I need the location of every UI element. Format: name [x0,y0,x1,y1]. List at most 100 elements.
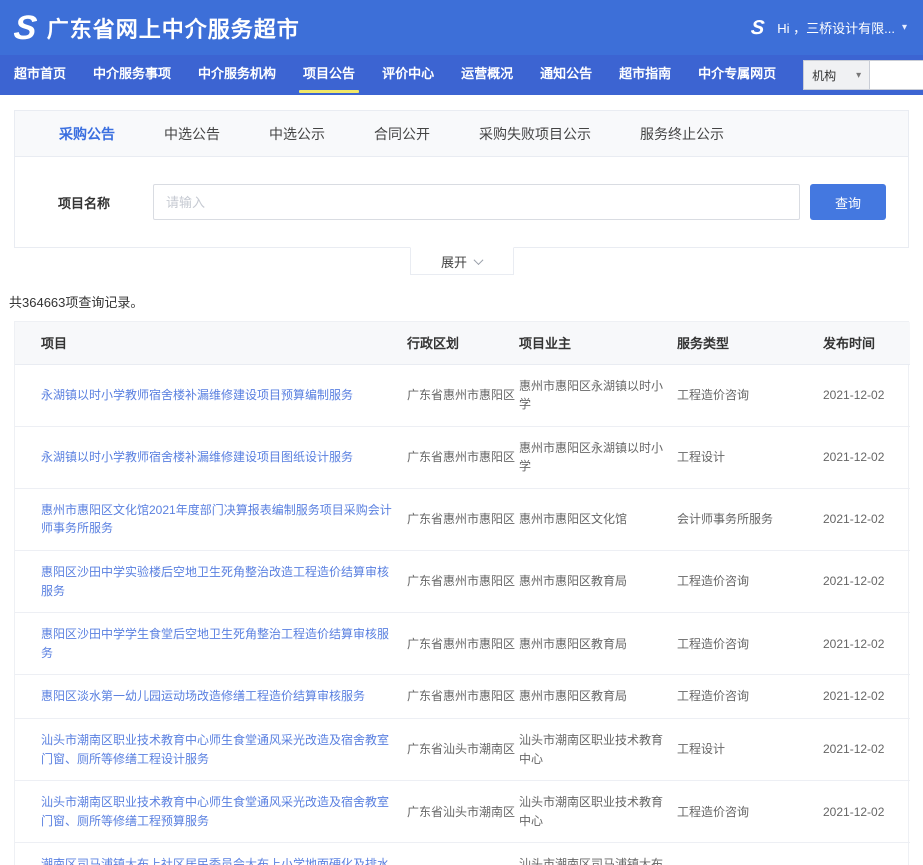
query-button[interactable]: 查询 [810,184,886,220]
project-link[interactable]: 惠州市惠阳区文化馆2021年度部门决算报表编制服务项目采购会计师事务所服务 [41,503,392,536]
project-name-label: 项目名称 [15,193,153,212]
results-summary: 共364663项查询记录。 [9,292,923,311]
project-name-input[interactable] [153,184,800,220]
tab[interactable]: 服务终止公示 [640,124,724,144]
project-cell: 惠阳区沙田中学实验楼后空地卫生死角整治改造工程造价结算审核服务 [15,551,407,613]
nav-item[interactable]: 评价中心 [382,55,434,95]
region-cell: 广东省汕头市潮南区 [407,719,519,781]
date-cell: 2021-12-02 [823,364,910,426]
region-cell: 广东省惠州市惠阳区 [407,675,519,719]
owner-cell: 惠州市惠阳区教育局 [519,551,677,613]
main-nav: 超市首页中介服务事项中介服务机构项目公告评价中心运营概况通知公告超市指南中介专属… [0,55,923,95]
project-cell: 惠阳区沙田中学学生食堂后空地卫生死角整治工程造价结算审核服务 [15,613,407,675]
nav-item[interactable]: 中介服务机构 [198,55,276,95]
owner-cell: 汕头市潮南区职业技术教育中心 [519,719,677,781]
nav-item[interactable]: 超市指南 [619,55,671,95]
tab[interactable]: 中选公示 [269,124,325,144]
site-logo-icon: S [12,11,38,45]
tab-bar: 采购公告 中选公告 中选公示 合同公开 采购失败项目公示 服务终止公示 [15,111,908,157]
owner-cell: 惠州市惠阳区教育局 [519,675,677,719]
service-cell: 工程设计 [677,719,823,781]
nav-items: 超市首页中介服务事项中介服务机构项目公告评价中心运营概况通知公告超市指南中介专属… [14,55,803,95]
tab[interactable]: 采购公告 [59,124,115,144]
project-link[interactable]: 潮南区司马浦镇大布上社区居民委员会大布上小学地面硬化及排水系统建设项目预算服务 [41,857,389,865]
expand-label: 展开 [441,252,467,271]
project-cell: 永湖镇以时小学教师宿舍楼补漏维修建设项目图纸设计服务 [15,426,407,488]
search-category-select[interactable]: 机构 ▾ [804,61,870,89]
site-title: 广东省网上中介服务超市 [47,12,300,44]
nav-item[interactable]: 中介专属网页 [698,55,776,95]
column-header: 项目 [15,322,407,364]
caret-down-icon: ▾ [856,70,861,81]
column-header: 服务类型 [677,322,823,364]
expand-wrap: 展开 [0,248,923,275]
date-cell: 2021-12-02 [823,488,910,550]
service-cell: 工程造价咨询 [677,364,823,426]
top-header: S 广东省网上中介服务超市 S Hi ，三桥设计有限... ▾ [0,0,923,55]
table-row: 永湖镇以时小学教师宿舍楼补漏维修建设项目预算编制服务 广东省惠州市惠阳区惠州市惠阳… [15,364,910,426]
service-cell: 工程造价咨询 [677,675,823,719]
table-row: 惠阳区沙田中学实验楼后空地卫生死角整治改造工程造价结算审核服务广东省惠州市惠阳区… [15,551,910,613]
date-cell: 2021-12-02 [823,719,910,781]
table-body: 永湖镇以时小学教师宿舍楼补漏维修建设项目预算编制服务广东省惠州市惠阳区惠州市惠阳… [15,364,910,865]
expand-button[interactable]: 展开 [410,247,514,275]
user-logo-icon: S [750,18,765,38]
caret-down-icon: ▾ [902,22,907,33]
project-cell: 汕头市潮南区职业技术教育中心师生食堂通风采光改造及宿舍教室门窗、厕所等修缮工程设… [15,719,407,781]
nav-item[interactable]: 项目公告 [303,55,355,95]
project-link[interactable]: 汕头市潮南区职业技术教育中心师生食堂通风采光改造及宿舍教室门窗、厕所等修缮工程设… [41,733,389,766]
nav-item[interactable]: 超市首页 [14,55,66,95]
project-link[interactable]: 惠阳区沙田中学学生食堂后空地卫生死角整治工程造价结算审核服务 [41,627,389,660]
tab[interactable]: 中选公告 [164,124,220,144]
project-cell: 汕头市潮南区职业技术教育中心师生食堂通风采光改造及宿舍教室门窗、厕所等修缮工程预… [15,781,407,843]
service-cell: 会计师事务所服务 [677,488,823,550]
region-cell: 广东省惠州市惠阳区 [407,551,519,613]
filter-form: 项目名称 查询 [15,157,908,247]
region-cell: 广东省惠州市惠阳区 [407,488,519,550]
search-category-value: 机构 [812,67,836,84]
owner-cell: 汕头市潮南区司马浦镇大布上居民委员会 [519,843,677,865]
user-menu[interactable]: S Hi ，三桥设计有限... ▾ [751,18,907,38]
column-header: 项目业主 [519,322,677,364]
project-link[interactable]: 永湖镇以时小学教师宿舍楼补漏维修建设项目图纸设计服务 [41,450,353,464]
date-cell: 2021-12-02 [823,675,910,719]
region-cell: 广东省惠州市惠阳区 [407,364,519,426]
project-link[interactable]: 惠阳区沙田中学实验楼后空地卫生死角整治改造工程造价结算审核服务 [41,565,389,598]
service-cell: 工程造价咨询 [677,613,823,675]
project-cell: 惠阳区淡水第一幼儿园运动场改造修缮工程造价结算审核服务 [15,675,407,719]
date-cell: 2021-12-02 [823,781,910,843]
table-row: 惠阳区淡水第一幼儿园运动场改造修缮工程造价结算审核服务 广东省惠州市惠阳区惠州市惠… [15,675,910,719]
nav-search-input[interactable] [870,61,923,89]
owner-cell: 惠州市惠阳区文化馆 [519,488,677,550]
table-row: 惠阳区沙田中学学生食堂后空地卫生死角整治工程造价结算审核服务广东省惠州市惠阳区惠… [15,613,910,675]
project-link[interactable]: 永湖镇以时小学教师宿舍楼补漏维修建设项目预算编制服务 [41,388,353,402]
service-cell: 工程造价咨询 [677,843,823,865]
tab[interactable]: 采购失败项目公示 [479,124,591,144]
announcement-table: 项目行政区划项目业主服务类型发布时间 永湖镇以时小学教师宿舍楼补漏维修建设项目预… [14,321,909,865]
date-cell: 2021-12-02 [823,426,910,488]
project-link[interactable]: 汕头市潮南区职业技术教育中心师生食堂通风采光改造及宿舍教室门窗、厕所等修缮工程预… [41,795,389,828]
owner-cell: 惠州市惠阳区教育局 [519,613,677,675]
chevron-down-icon [474,255,484,265]
table-row: 潮南区司马浦镇大布上社区居民委员会大布上小学地面硬化及排水系统建设项目预算服务广… [15,843,910,865]
project-cell: 潮南区司马浦镇大布上社区居民委员会大布上小学地面硬化及排水系统建设项目预算服务 [15,843,407,865]
owner-cell: 惠州市惠阳区永湖镇以时小学 [519,426,677,488]
date-cell: 2021-12-02 [823,843,910,865]
project-link[interactable]: 惠阳区淡水第一幼儿园运动场改造修缮工程造价结算审核服务 [41,689,365,703]
date-cell: 2021-12-02 [823,613,910,675]
owner-cell: 汕头市潮南区职业技术教育中心 [519,781,677,843]
table-header-row: 项目行政区划项目业主服务类型发布时间 [15,322,910,364]
nav-item[interactable]: 通知公告 [540,55,592,95]
tab[interactable]: 合同公开 [374,124,430,144]
table-row: 汕头市潮南区职业技术教育中心师生食堂通风采光改造及宿舍教室门窗、厕所等修缮工程预… [15,781,910,843]
nav-search: 机构 ▾ [803,60,923,90]
nav-item[interactable]: 运营概况 [461,55,513,95]
owner-cell: 惠州市惠阳区永湖镇以时小学 [519,364,677,426]
nav-item[interactable]: 中介服务事项 [93,55,171,95]
region-cell: 广东省惠州市惠阳区 [407,613,519,675]
region-cell: 广东省汕头市潮南区 [407,781,519,843]
date-cell: 2021-12-02 [823,551,910,613]
project-cell: 永湖镇以时小学教师宿舍楼补漏维修建设项目预算编制服务 [15,364,407,426]
table-row: 汕头市潮南区职业技术教育中心师生食堂通风采光改造及宿舍教室门窗、厕所等修缮工程设… [15,719,910,781]
service-cell: 工程设计 [677,426,823,488]
